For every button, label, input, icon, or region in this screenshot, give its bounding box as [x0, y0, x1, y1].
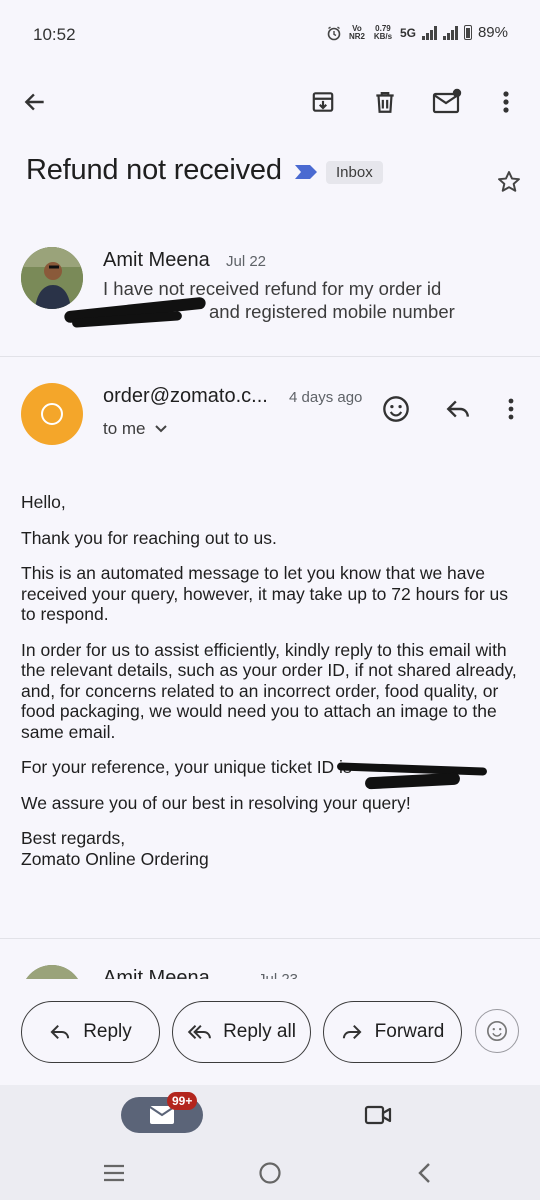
status-time: 10:52	[33, 25, 76, 44]
reply-all-button[interactable]: Reply all	[172, 1001, 311, 1063]
forward-label: Forward	[374, 1021, 445, 1042]
message-date: Jul 23	[258, 971, 298, 979]
body-signoff: Best regards,	[21, 828, 126, 848]
body-paragraph: In order for us to assist efficiently, k…	[21, 639, 517, 742]
menu-lines-icon	[104, 1164, 124, 1182]
chevron-down-icon	[154, 425, 167, 433]
reply-icon-button[interactable]	[436, 387, 480, 431]
home-button[interactable]	[258, 1161, 282, 1190]
body-paragraph: This is an automated message to let you …	[21, 563, 509, 624]
reply-all-label: Reply all	[223, 1021, 296, 1042]
battery-icon	[463, 25, 472, 40]
video-camera-icon	[364, 1105, 392, 1125]
more-vert-icon	[508, 398, 514, 420]
archive-icon	[312, 92, 334, 112]
meet-tab[interactable]	[364, 1104, 392, 1131]
back-button[interactable]	[13, 80, 57, 124]
next-message[interactable]: Amit Meena Jul 23	[0, 955, 540, 979]
network-type: 5G	[399, 25, 416, 40]
forward-button[interactable]: Forward	[323, 1001, 462, 1063]
body-paragraph: We assure you of our best in resolving y…	[21, 792, 411, 813]
sender-name: Amit Meena	[103, 249, 210, 271]
collapsed-message[interactable]: Amit Meena Jul 22 I have not received re…	[0, 235, 540, 350]
message-time: 4 days ago	[289, 389, 363, 406]
emoji-react-button[interactable]	[374, 387, 418, 431]
status-icons: Vo NR2 0.79 KB/s 5G 89%	[326, 24, 508, 41]
arrow-back-icon	[24, 93, 44, 111]
archive-button[interactable]	[301, 80, 345, 124]
divider	[0, 938, 540, 939]
inbox-label-chip[interactable]: Inbox	[326, 161, 383, 184]
back-chevron-icon	[418, 1163, 430, 1183]
more-options-button[interactable]	[484, 80, 528, 124]
recipient-text: to me	[103, 419, 146, 438]
reply-icon	[50, 1024, 70, 1040]
recipients-toggle[interactable]: to me	[103, 419, 168, 439]
important-marker-icon[interactable]	[294, 164, 318, 185]
more-vert-icon	[503, 91, 509, 113]
delete-button[interactable]	[363, 80, 407, 124]
star-button[interactable]	[487, 160, 531, 204]
mail-unread-icon	[432, 88, 462, 114]
email-subject: Refund not received	[26, 154, 282, 186]
forward-icon	[342, 1024, 362, 1040]
message-more-button[interactable]	[489, 387, 533, 431]
avatar	[21, 965, 83, 979]
network-label: Vo NR2	[348, 23, 365, 41]
body-greeting: Hello,	[21, 492, 66, 512]
reply-label: Reply	[83, 1021, 132, 1042]
sender-avatar	[21, 383, 83, 445]
sender-name: Amit Meena	[103, 967, 210, 979]
battery-percent: 89%	[477, 24, 508, 41]
body-paragraph: Thank you for reaching out to us.	[21, 527, 277, 548]
snippet-line-1: I have not received refund for my order …	[103, 278, 442, 299]
recent-apps-button[interactable]	[102, 1163, 126, 1188]
emoji-icon	[487, 1021, 507, 1041]
network-speed: 0.79 KB/s	[373, 23, 393, 41]
reply-button[interactable]: Reply	[21, 1001, 160, 1063]
unread-badge: 99+	[167, 1092, 198, 1110]
reply-all-icon	[187, 1024, 211, 1040]
avatar	[21, 247, 83, 309]
system-back-button[interactable]	[416, 1162, 432, 1189]
message-sender: order@zomato.c...	[103, 385, 268, 407]
signal-icon-2	[442, 25, 458, 40]
trash-icon	[376, 92, 394, 113]
body-signoff: Zomato Online Ordering	[21, 848, 209, 869]
divider	[0, 356, 540, 357]
reply-icon	[446, 400, 469, 418]
home-circle-icon	[259, 1162, 281, 1184]
avatar-letter-o	[41, 403, 63, 425]
star-icon	[498, 171, 520, 192]
message-body: Hello, Thank you for reaching out to us.…	[21, 492, 521, 869]
alarm-icon	[327, 25, 341, 40]
message-date: Jul 22	[226, 253, 267, 270]
emoji-reaction-button[interactable]	[475, 1009, 519, 1053]
emoji-icon	[383, 396, 409, 422]
snippet-line-2: and registered mobile number	[209, 301, 455, 322]
signal-icon	[421, 25, 437, 40]
mark-unread-button[interactable]	[425, 80, 469, 124]
